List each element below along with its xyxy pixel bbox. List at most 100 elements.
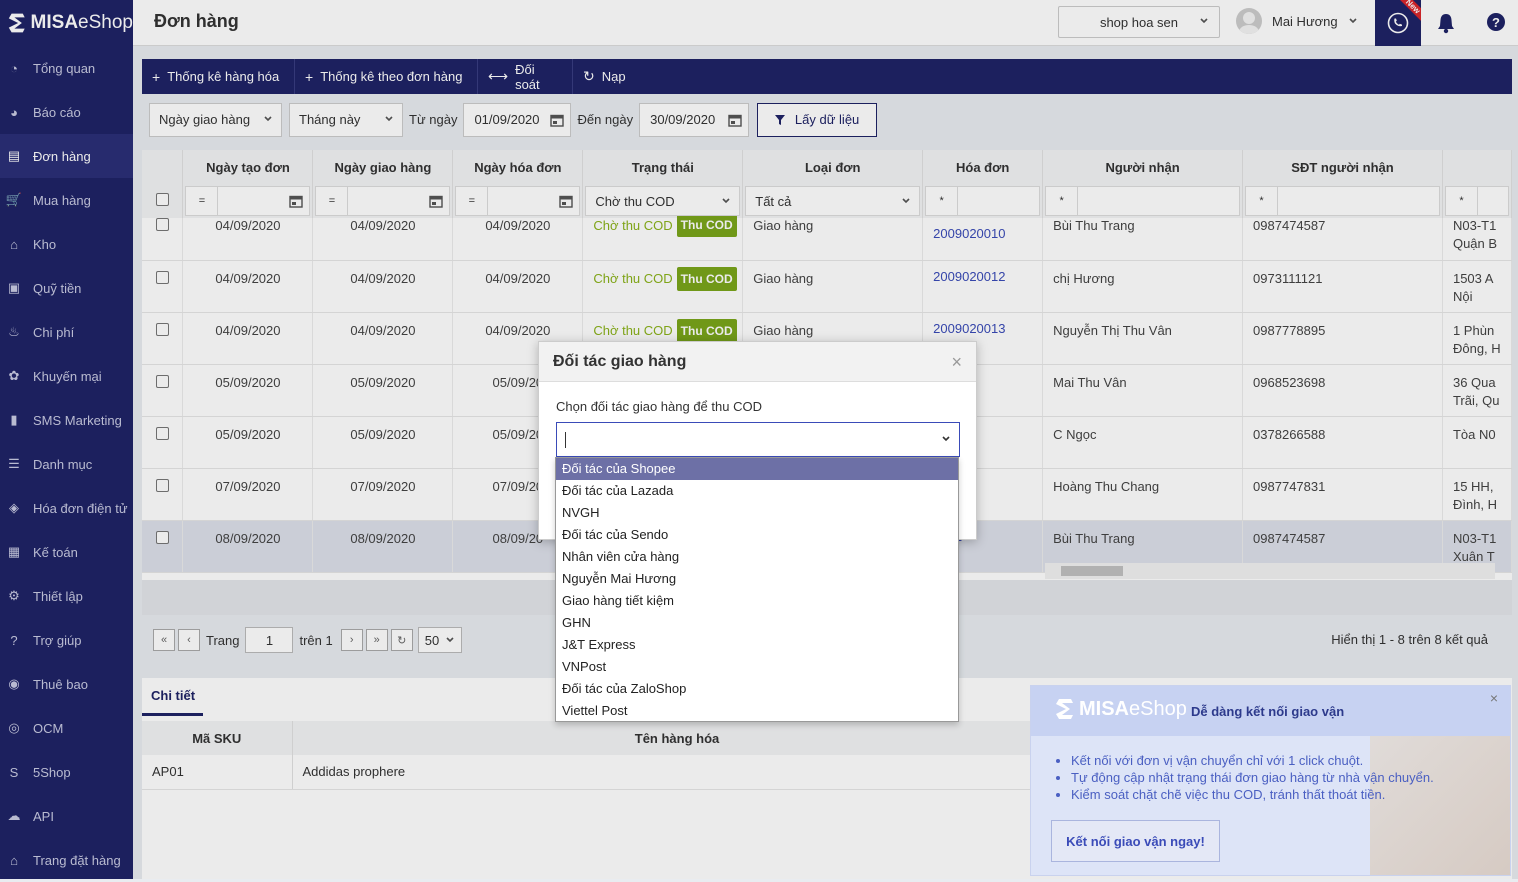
- sidebar-item-0[interactable]: ◔ Tổng quan: [0, 46, 133, 90]
- date-filter-input[interactable]: =: [315, 186, 451, 216]
- sidebar-item-3[interactable]: 🛒 Mua hàng: [0, 178, 133, 222]
- sidebar-item-2[interactable]: ▤ Đơn hàng: [0, 134, 133, 178]
- partner-combobox[interactable]: [556, 422, 960, 457]
- calendar-icon[interactable]: [429, 194, 444, 208]
- sidebar-item-18[interactable]: ⌂ Trang đặt hàng: [0, 838, 133, 882]
- partner-option[interactable]: Giao hàng tiết kiệm: [556, 590, 958, 612]
- sidebar-item-6[interactable]: ♨ Chi phí: [0, 310, 133, 354]
- type-filter-select[interactable]: Tất cả: [745, 186, 921, 216]
- logo[interactable]: MISA eShop: [0, 0, 133, 46]
- phone-filter-input[interactable]: *: [1245, 186, 1440, 216]
- row-checkbox[interactable]: [155, 270, 169, 284]
- chevron-down-icon[interactable]: [941, 434, 951, 444]
- hotline-button[interactable]: New: [1375, 0, 1421, 46]
- last-page-button[interactable]: »: [365, 629, 388, 651]
- calendar-icon[interactable]: [550, 113, 565, 127]
- select-all-checkbox[interactable]: [155, 193, 169, 206]
- stat-orders-button[interactable]: + Thống kê theo đơn hàng: [295, 59, 477, 94]
- invoice-filter-input[interactable]: *: [925, 186, 1041, 216]
- col-header[interactable]: Ngày giao hàng: [312, 150, 454, 184]
- col-header[interactable]: Người nhận: [1042, 150, 1244, 184]
- address-filter-input[interactable]: *: [1444, 186, 1509, 216]
- partner-option[interactable]: Đối tác của Lazada: [556, 480, 958, 502]
- row-checkbox[interactable]: [155, 478, 169, 492]
- horizontal-scrollbar[interactable]: [1045, 563, 1495, 579]
- row-checkbox[interactable]: [155, 374, 169, 388]
- sidebar-item-5[interactable]: ▣ Quỹ tiền: [0, 266, 133, 310]
- reload-button[interactable]: ↻ Nạp: [573, 59, 636, 94]
- help-icon[interactable]: ?: [1486, 12, 1506, 32]
- date-filter-input[interactable]: =: [185, 186, 311, 216]
- sidebar-item-13[interactable]: ? Trợ giúp: [0, 618, 133, 662]
- close-icon[interactable]: ×: [951, 352, 962, 373]
- sidebar-item-7[interactable]: ✿ Khuyến mại: [0, 354, 133, 398]
- partner-option[interactable]: Đối tác của Sendo: [556, 524, 958, 546]
- filter-operator[interactable]: =: [456, 187, 489, 215]
- from-date-input[interactable]: 01/09/2020: [463, 102, 572, 137]
- sidebar-item-12[interactable]: ⚙ Thiết lập: [0, 574, 133, 618]
- row-checkbox[interactable]: [155, 322, 169, 336]
- row-checkbox[interactable]: [155, 530, 169, 544]
- page-input[interactable]: 1: [245, 627, 294, 653]
- filter-operator[interactable]: *: [926, 187, 959, 215]
- sidebar-item-15[interactable]: ◎ OCM: [0, 706, 133, 750]
- sidebar-item-9[interactable]: ☰ Danh mục: [0, 442, 133, 486]
- col-header[interactable]: SĐT người nhận: [1242, 150, 1443, 184]
- col-header[interactable]: [1442, 150, 1512, 184]
- sidebar-item-10[interactable]: ◈ Hóa đơn điện tử: [0, 486, 133, 530]
- calendar-icon[interactable]: [289, 194, 304, 208]
- row-checkbox[interactable]: [155, 426, 169, 440]
- table-row[interactable]: 04/09/2020 04/09/2020 04/09/2020 Chờ thu CO…: [142, 260, 1512, 313]
- partner-option[interactable]: Đối tác của ZaloShop: [556, 678, 958, 700]
- fetch-data-button[interactable]: Lấy dữ liệu: [757, 102, 878, 137]
- calendar-icon[interactable]: [728, 113, 742, 127]
- col-header[interactable]: Hóa đơn: [922, 150, 1044, 184]
- partner-option[interactable]: GHN: [556, 612, 958, 634]
- filter-operator[interactable]: *: [1046, 187, 1079, 215]
- filter-operator[interactable]: *: [1246, 187, 1279, 215]
- sidebar-item-14[interactable]: ◉ Thuê bao: [0, 662, 133, 706]
- partner-option[interactable]: NVGH: [556, 502, 958, 524]
- sidebar-item-16[interactable]: S 5Shop: [0, 750, 133, 794]
- prev-page-button[interactable]: ‹: [178, 629, 200, 651]
- partner-option[interactable]: Nhân viên cửa hàng: [556, 546, 958, 568]
- user-menu[interactable]: Mai Hương: [1236, 8, 1358, 34]
- sidebar-item-4[interactable]: ⌂ Kho: [0, 222, 133, 266]
- to-date-input[interactable]: 30/09/2020: [639, 102, 750, 137]
- calendar-icon[interactable]: [559, 194, 574, 208]
- sidebar-item-11[interactable]: ▦ Kế toán: [0, 530, 133, 574]
- partner-option[interactable]: VNPost: [556, 656, 958, 678]
- filter-operator[interactable]: =: [186, 187, 219, 215]
- col-header[interactable]: Loại đơn: [742, 150, 924, 184]
- partner-option[interactable]: Nguyễn Mai Hương: [556, 568, 958, 590]
- close-icon[interactable]: ×: [1490, 690, 1498, 706]
- invoice-link[interactable]: 2009020012: [933, 269, 1005, 284]
- col-header[interactable]: Trạng thái: [582, 150, 744, 184]
- row-checkbox[interactable]: [155, 218, 169, 231]
- status-filter-select[interactable]: Chờ thu COD: [585, 186, 741, 216]
- partner-option[interactable]: Đối tác của Shopee: [556, 458, 958, 480]
- stat-goods-button[interactable]: + Thống kê hàng hóa: [142, 59, 294, 94]
- col-header[interactable]: Ngày hóa đơn: [452, 150, 584, 184]
- page-size-select[interactable]: 50: [417, 627, 462, 653]
- refresh-page-button[interactable]: ↻: [390, 629, 413, 651]
- next-page-button[interactable]: ›: [340, 629, 363, 651]
- sidebar-item-17[interactable]: ☁ API: [0, 794, 133, 838]
- date-type-select[interactable]: Ngày giao hàng: [149, 102, 282, 137]
- scroll-thumb[interactable]: [1061, 566, 1123, 576]
- tab-detail[interactable]: Chi tiết: [142, 678, 203, 716]
- table-row[interactable]: 04/09/2020 04/09/2020 04/09/2020 Chờ thu CO…: [142, 213, 1512, 261]
- sidebar-item-8[interactable]: ▮ SMS Marketing: [0, 398, 133, 442]
- date-filter-input[interactable]: =: [455, 186, 581, 216]
- sidebar-item-1[interactable]: ◕ Báo cáo: [0, 90, 133, 134]
- connect-shipping-button[interactable]: Kết nối giao vận ngay!: [1051, 820, 1220, 862]
- recipient-filter-input[interactable]: *: [1045, 186, 1241, 216]
- col-header[interactable]: Ngày tạo đơn: [182, 150, 314, 184]
- invoice-link[interactable]: 2009020010: [933, 226, 1005, 241]
- detail-row[interactable]: AP01 Addidas prophere: [142, 755, 1063, 790]
- period-select[interactable]: Tháng này: [289, 102, 403, 137]
- filter-operator[interactable]: =: [316, 187, 349, 215]
- shop-select[interactable]: shop hoa sen: [1058, 6, 1220, 38]
- filter-operator[interactable]: *: [1445, 187, 1478, 215]
- partner-option[interactable]: J&T Express: [556, 634, 958, 656]
